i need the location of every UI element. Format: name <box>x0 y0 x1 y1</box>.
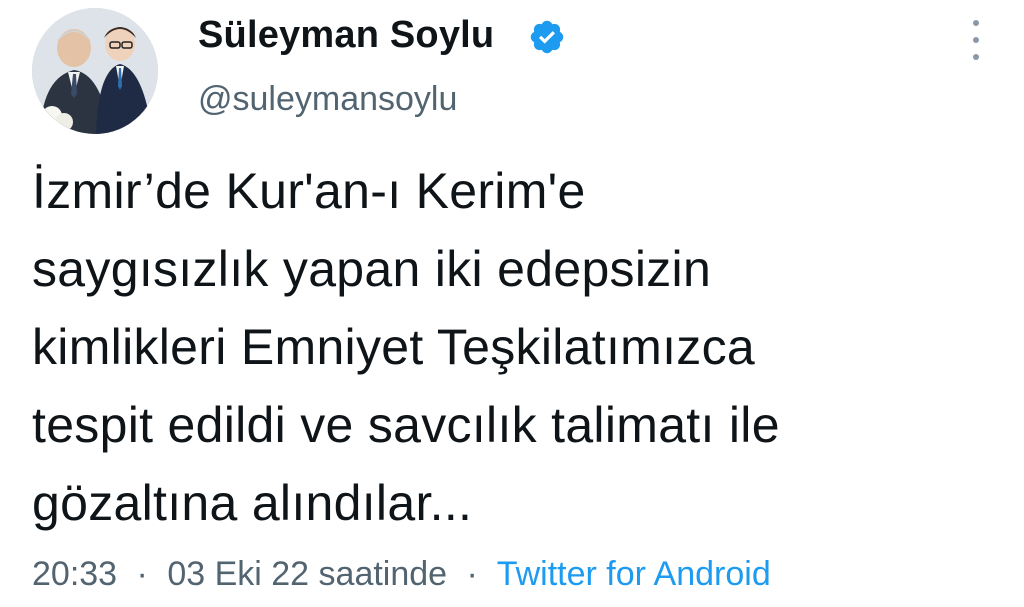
tweet-text: İzmir’de Kur'an-ı Kerim'e saygısızlık ya… <box>32 152 992 542</box>
author-handle[interactable]: @suleymansoylu <box>198 80 457 119</box>
tweet-card: Süleyman Soylu @suleymansoylu İzmir’de K… <box>0 0 1024 607</box>
tweet-meta: 20:33 · 03 Eki 22 saatinde · Twitter for… <box>32 555 771 594</box>
meta-separator: · <box>466 555 478 593</box>
tweet-text-line: İzmir’de Kur'an-ı Kerim'e <box>32 163 586 219</box>
tweet-text-line: saygısızlık yapan iki edepsizin <box>32 241 712 297</box>
tweet-text-line: tespit edildi ve savcılık talimatı ile <box>32 397 780 453</box>
tweet-source-link[interactable]: Twitter for Android <box>497 555 771 593</box>
verified-badge-icon <box>530 20 564 54</box>
avatar-photo <box>32 8 158 134</box>
tweet-time[interactable]: 20:33 <box>32 555 117 593</box>
meta-separator: · <box>136 555 148 593</box>
author-display-name[interactable]: Süleyman Soylu <box>198 14 494 57</box>
tweet-date[interactable]: 03 Eki 22 saatinde <box>167 555 447 593</box>
tweet-text-line: kimlikleri Emniyet Teşkilatımızca <box>32 319 756 375</box>
avatar[interactable] <box>32 8 158 134</box>
tweet-text-line: gözaltına alındılar... <box>32 475 473 531</box>
more-options-icon[interactable] <box>966 20 986 60</box>
